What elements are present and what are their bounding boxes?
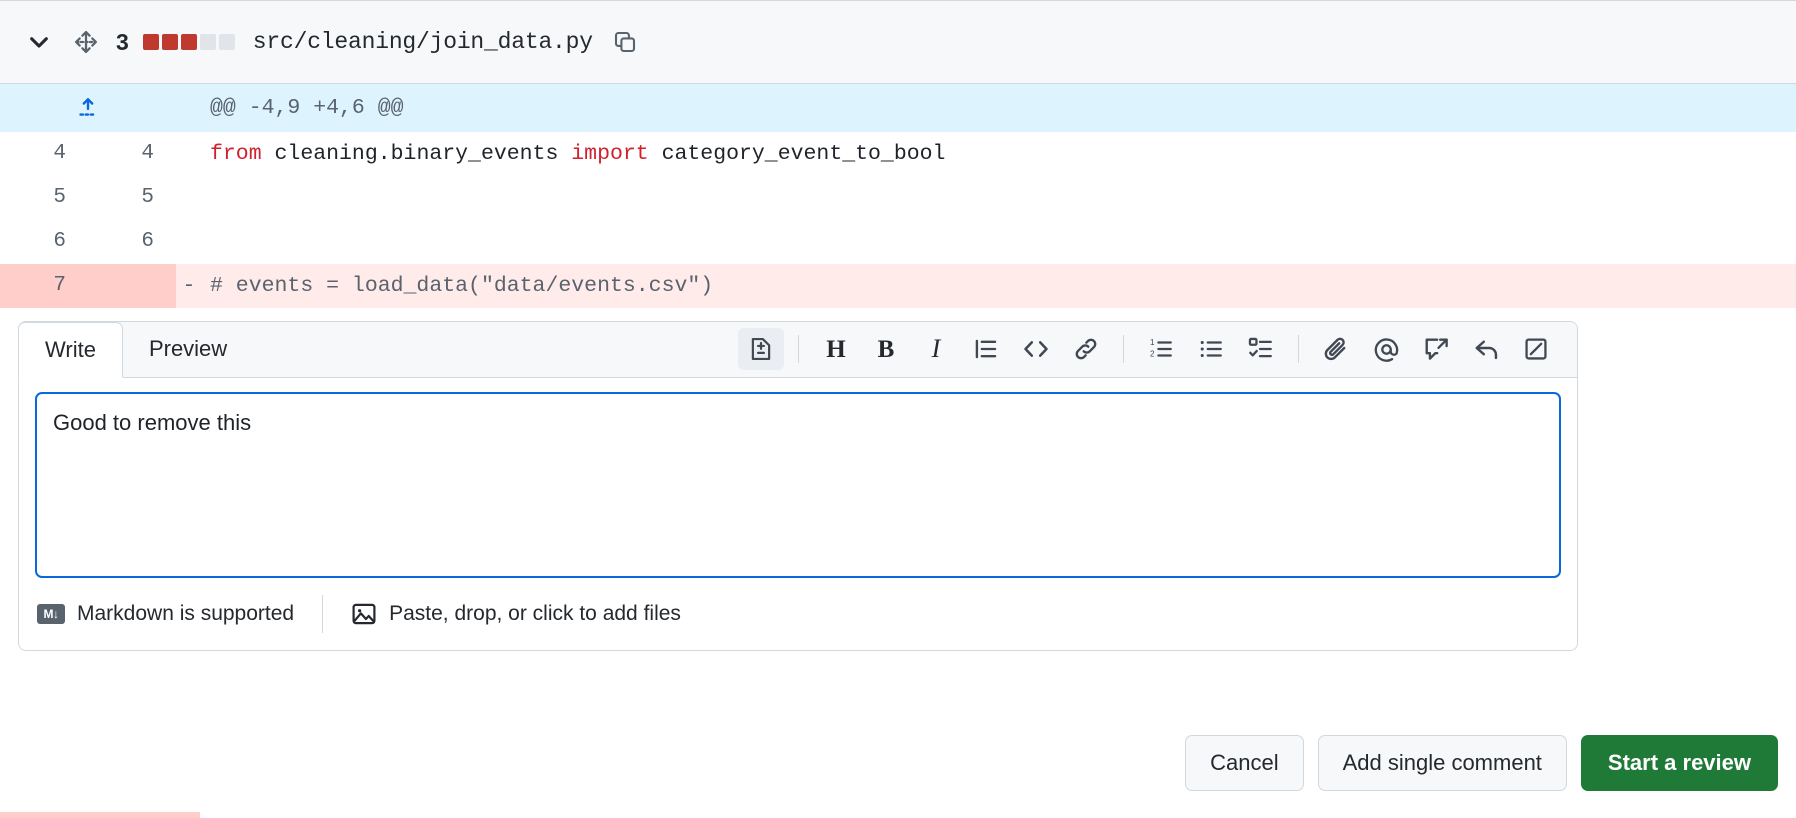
add-files-button[interactable]: Paste, drop, or click to add files: [351, 601, 681, 627]
tab-preview[interactable]: Preview: [123, 321, 253, 377]
diffstat-block-deleted: [143, 34, 159, 50]
old-line-number[interactable]: 7: [0, 264, 88, 308]
code-keyword: import: [571, 142, 661, 166]
svg-text:2: 2: [1150, 349, 1155, 358]
code-keyword: from: [210, 142, 275, 166]
new-line-number[interactable]: 6: [88, 220, 176, 264]
diffstat-blocks: [143, 34, 235, 50]
unordered-list-icon[interactable]: [1188, 328, 1234, 370]
attach-files-icon[interactable]: [1313, 328, 1359, 370]
diff-marker: [176, 176, 202, 220]
task-list-icon[interactable]: [1238, 328, 1284, 370]
new-line-number[interactable]: [88, 264, 176, 308]
diffstat-block-neutral: [200, 34, 216, 50]
italic-glyph: I: [932, 336, 941, 362]
copy-icon[interactable]: [607, 24, 643, 60]
inline-comment-form: Write Preview H B I: [18, 321, 1578, 651]
diff-row-deletion: 7 - # events = load_data("data/events.cs…: [0, 264, 1796, 308]
code-line[interactable]: [202, 220, 1796, 264]
toolbar-divider: [798, 335, 799, 363]
new-line-number[interactable]: 4: [88, 132, 176, 176]
diff-table: @@ -4,9 +4,6 @@ 4 4 from cleaning.binary…: [0, 84, 1796, 308]
changed-lines-count: 3: [116, 29, 129, 56]
italic-icon[interactable]: I: [913, 328, 959, 370]
markdown-icon: M↓: [37, 604, 65, 624]
reply-icon[interactable]: [1463, 328, 1509, 370]
image-icon: [351, 601, 377, 627]
diff-marker: -: [176, 264, 202, 308]
comment-form-footer: M↓ Markdown is supported Paste, drop, or…: [19, 578, 1577, 650]
add-single-comment-button[interactable]: Add single comment: [1318, 735, 1567, 791]
code-line[interactable]: # events = load_data("data/events.csv"): [202, 264, 1796, 308]
diff-row-context: 5 5: [0, 176, 1796, 220]
diff-row-context: 4 4 from cleaning.binary_events import c…: [0, 132, 1796, 176]
editor-tabs: Write Preview H B I: [19, 322, 1577, 378]
chevron-down-icon[interactable]: [18, 21, 60, 63]
bold-glyph: B: [878, 337, 895, 362]
mention-icon[interactable]: [1363, 328, 1409, 370]
heading-icon[interactable]: H: [813, 328, 859, 370]
toolbar-divider: [1123, 335, 1124, 363]
code-comment: # events = load_data("data/events.csv"): [210, 274, 713, 298]
comment-textarea[interactable]: [35, 392, 1561, 578]
hunk-header-text: @@ -4,9 +4,6 @@: [176, 84, 1796, 132]
cancel-button[interactable]: Cancel: [1185, 735, 1303, 791]
file-diff-header: 3 src/cleaning/join_data.py: [0, 0, 1796, 84]
svg-text:1: 1: [1150, 338, 1155, 347]
diffstat-block-neutral: [219, 34, 235, 50]
diffstat-block-deleted: [162, 34, 178, 50]
ordered-list-icon[interactable]: 1 2: [1138, 328, 1184, 370]
bottom-edge: [0, 812, 1796, 818]
move-vertical-icon[interactable]: [66, 22, 106, 62]
deletion-stripe: [0, 812, 200, 818]
old-line-number[interactable]: 6: [0, 220, 88, 264]
comment-input-wrapper: [19, 378, 1577, 578]
code-icon[interactable]: [1013, 328, 1059, 370]
diff-marker: [176, 132, 202, 176]
diffstat-block-deleted: [181, 34, 197, 50]
old-line-number[interactable]: 5: [0, 176, 88, 220]
add-suggestion-icon[interactable]: [738, 328, 784, 370]
comment-actions: Cancel Add single comment Start a review: [1185, 735, 1778, 791]
new-line-number[interactable]: 5: [88, 176, 176, 220]
code-line[interactable]: from cleaning.binary_events import categ…: [202, 132, 1796, 176]
pull-request-diff-view: 3 src/cleaning/join_data.py: [0, 0, 1796, 818]
code-line[interactable]: [202, 176, 1796, 220]
quote-icon[interactable]: [963, 328, 1009, 370]
diff-row-context: 6 6: [0, 220, 1796, 264]
diff-marker: [176, 220, 202, 264]
footer-divider: [322, 595, 323, 633]
link-icon[interactable]: [1063, 328, 1109, 370]
old-line-number[interactable]: 4: [0, 132, 88, 176]
reference-icon[interactable]: [1413, 328, 1459, 370]
file-path[interactable]: src/cleaning/join_data.py: [253, 29, 593, 55]
add-files-label: Paste, drop, or click to add files: [389, 602, 681, 626]
bold-icon[interactable]: B: [863, 328, 909, 370]
code-text: cleaning.binary_events: [275, 142, 572, 166]
hunk-header-row: @@ -4,9 +4,6 @@: [0, 84, 1796, 132]
markdown-supported-link[interactable]: M↓ Markdown is supported: [37, 602, 294, 626]
toolbar-divider: [1298, 335, 1299, 363]
tab-write[interactable]: Write: [18, 322, 123, 378]
expand-up-icon[interactable]: [0, 84, 176, 132]
heading-glyph: H: [826, 337, 845, 362]
markdown-supported-label: Markdown is supported: [77, 602, 294, 626]
code-text: category_event_to_bool: [662, 142, 946, 166]
start-review-button[interactable]: Start a review: [1581, 735, 1778, 791]
saved-replies-icon[interactable]: [1513, 328, 1559, 370]
markdown-toolbar: H B I: [736, 321, 1577, 377]
